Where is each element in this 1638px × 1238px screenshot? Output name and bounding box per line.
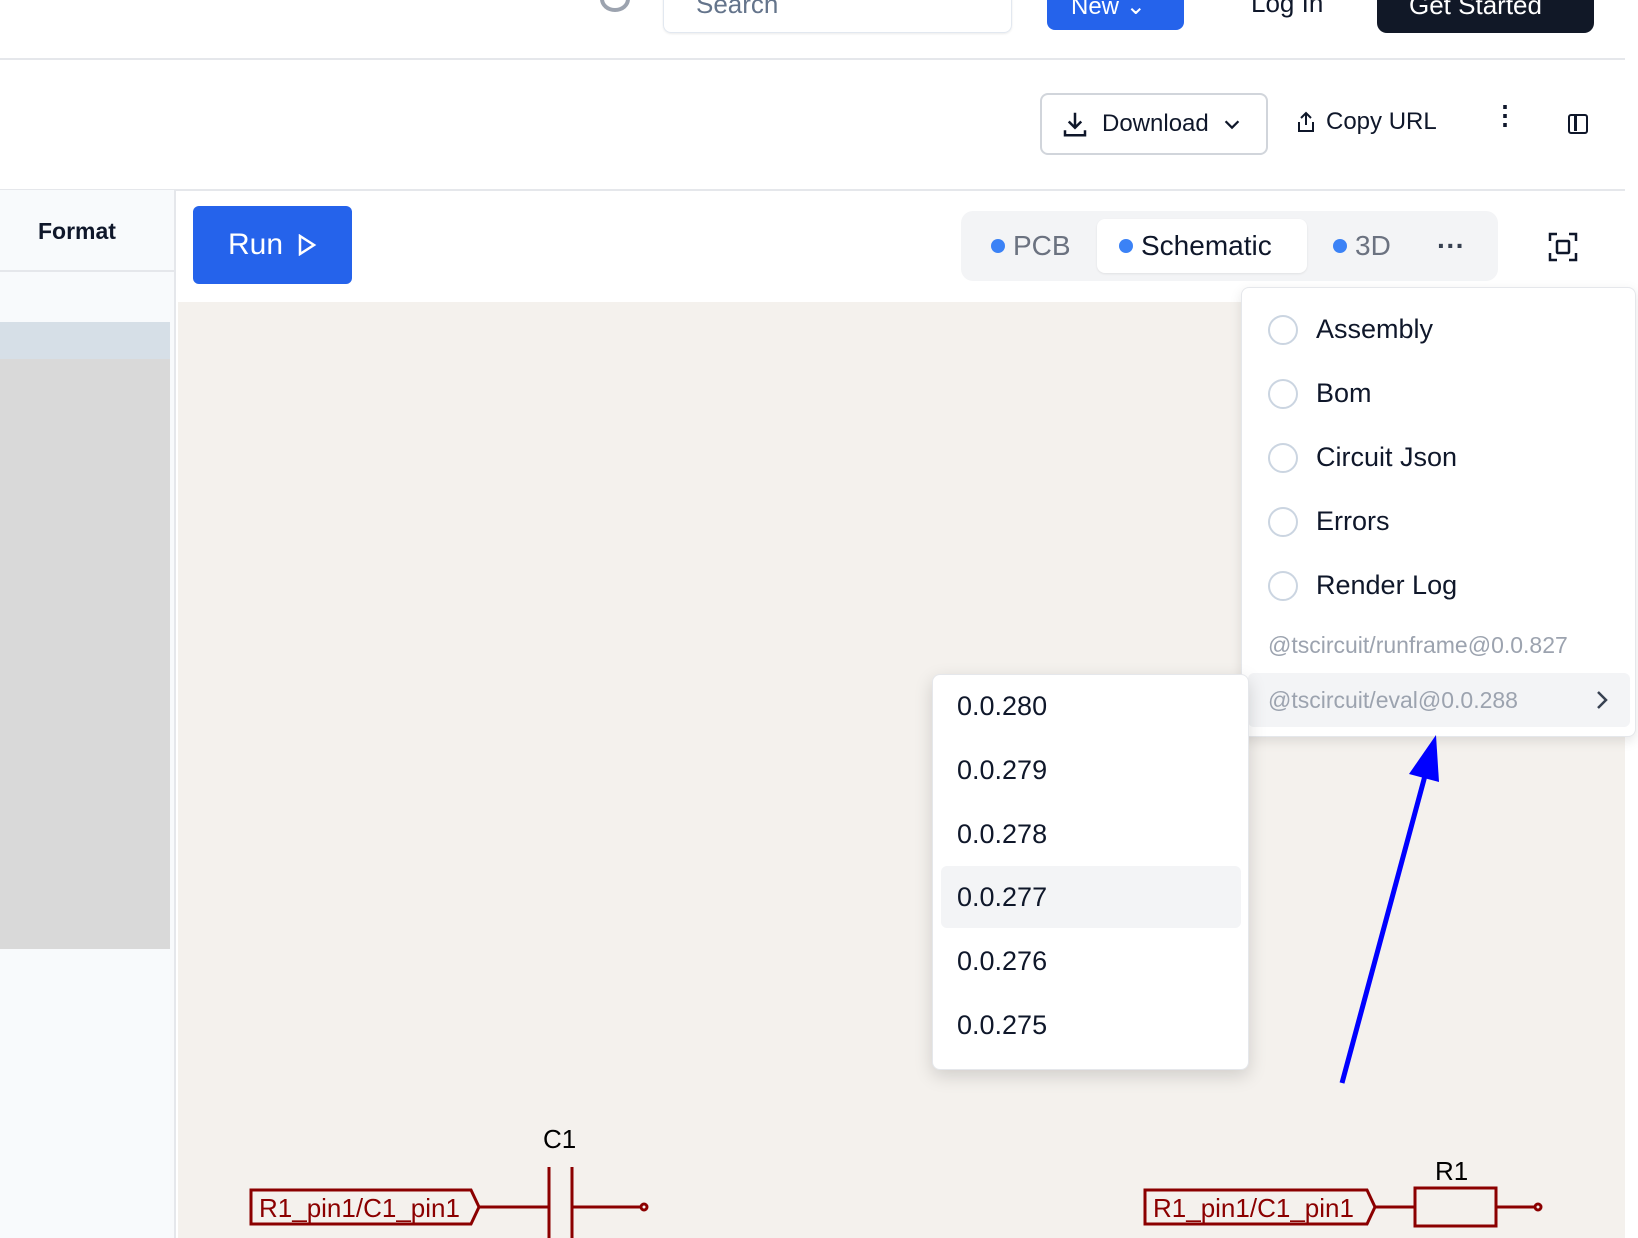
radio-icon — [1268, 570, 1298, 601]
version-item[interactable]: 0.0.275 — [941, 994, 1241, 1056]
menu-item-errors[interactable]: Errors — [1268, 506, 1390, 537]
pin-r1 — [1533, 1202, 1543, 1212]
menu-item-bom[interactable]: Bom — [1268, 378, 1372, 409]
menu-item-label: Assembly — [1316, 314, 1434, 344]
menu-item-label: Circuit Json — [1316, 442, 1458, 472]
eval-version-submenu: 0.0.280 0.0.279 0.0.278 0.0.277 0.0.276 … — [932, 674, 1249, 1070]
menu-item-label: Render Log — [1316, 570, 1458, 600]
runframe-version: @tscircuit/runframe@0.0.827 — [1268, 632, 1568, 658]
version-item[interactable]: 0.0.276 — [941, 930, 1241, 992]
version-item[interactable]: 0.0.279 — [941, 739, 1241, 801]
pin-c1 — [639, 1202, 649, 1212]
menu-item-label: Errors — [1316, 506, 1390, 536]
menu-item-assembly[interactable]: Assembly — [1268, 314, 1433, 345]
net-label-right: R1_pin1/C1_pin1 — [1153, 1193, 1354, 1223]
resistor-r1 — [1413, 1186, 1498, 1228]
capacitor-c1 — [479, 1167, 642, 1238]
radio-icon — [1268, 442, 1298, 473]
menu-item-circuit-json[interactable]: Circuit Json — [1268, 442, 1457, 473]
version-item[interactable]: 0.0.278 — [941, 803, 1241, 865]
c1-label: C1 — [543, 1124, 576, 1154]
r1-label: R1 — [1435, 1156, 1468, 1186]
radio-icon — [1268, 506, 1298, 537]
menu-item-label: Bom — [1316, 378, 1372, 408]
version-item-highlighted[interactable]: 0.0.277 — [941, 866, 1241, 928]
eval-version-label: @tscircuit/eval@0.0.288 — [1268, 687, 1518, 713]
radio-icon — [1268, 378, 1298, 409]
eval-version-item[interactable]: @tscircuit/eval@0.0.288 — [1248, 673, 1630, 727]
radio-icon — [1268, 314, 1298, 345]
chevron-right-icon — [1597, 691, 1608, 709]
net-label-left: R1_pin1/C1_pin1 — [259, 1193, 460, 1223]
version-item[interactable]: 0.0.280 — [941, 675, 1241, 737]
view-options-menu: Assembly Bom Circuit Json Errors Render … — [1241, 287, 1636, 737]
menu-item-render-log[interactable]: Render Log — [1268, 570, 1457, 601]
